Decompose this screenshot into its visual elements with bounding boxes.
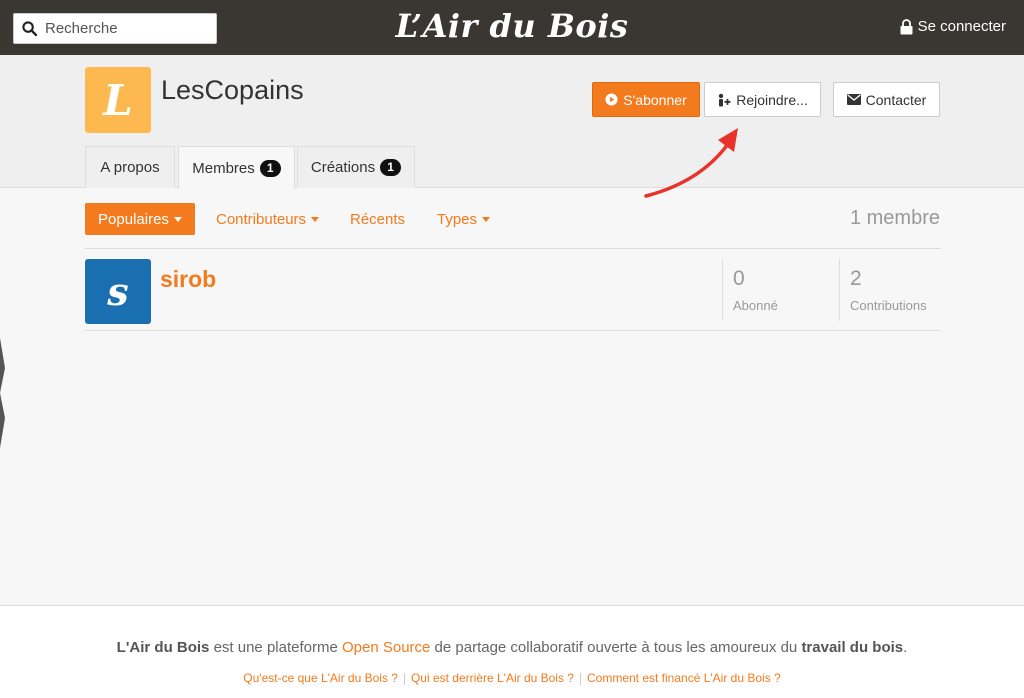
- play-circle-icon: [605, 93, 618, 106]
- member-name[interactable]: sirob: [160, 266, 216, 293]
- tab-creations[interactable]: Créations 1: [297, 146, 415, 188]
- followers-count: 0: [733, 267, 745, 290]
- tab-members[interactable]: Membres 1: [178, 146, 295, 189]
- member-avatar[interactable]: s: [85, 259, 151, 324]
- tab-about-label: A propos: [100, 159, 160, 176]
- list-divider-top: [85, 248, 941, 249]
- filter-contributors-label: Contributeurs: [216, 210, 307, 228]
- group-title: LesCopains: [161, 75, 304, 105]
- subscribe-button[interactable]: S'abonner: [592, 82, 700, 117]
- envelope-icon: [846, 94, 861, 105]
- filter-recent[interactable]: Récents: [350, 203, 405, 235]
- lock-icon: [900, 18, 913, 34]
- tab-creations-label: Créations: [310, 159, 376, 176]
- footer-link-separator: [403, 672, 405, 685]
- login-link[interactable]: Se connecter: [900, 18, 1006, 35]
- subscribe-label: S'abonner: [623, 91, 687, 108]
- footer-links: Qu'est-ce que L'Air du Bois ? Qui est der…: [0, 671, 1024, 685]
- open-source-link[interactable]: Open Source: [342, 639, 430, 656]
- footer-woodwork: travail du bois: [801, 639, 904, 656]
- contact-label: Contacter: [865, 91, 927, 108]
- tab-members-label: Membres: [192, 159, 255, 177]
- filter-types[interactable]: Types: [437, 203, 491, 235]
- footer-text-1: est une plateforme: [209, 639, 342, 656]
- contributions-label: Contributions: [850, 298, 927, 313]
- search-icon: [22, 21, 37, 36]
- caret-down-icon: [482, 216, 491, 222]
- member-count: 1 membre: [849, 207, 940, 229]
- site-logo-text[interactable]: L’Air du Bois: [396, 7, 629, 45]
- list-divider-bottom: [85, 330, 941, 331]
- contributions-count: 2: [850, 267, 862, 290]
- search-input[interactable]: [45, 20, 205, 37]
- contact-button[interactable]: Contacter: [833, 82, 940, 117]
- footer-text-3: .: [903, 639, 908, 656]
- footer-text-2: de partage collaboratif ouverte à tous l…: [430, 639, 802, 656]
- tab-creations-badge: 1: [380, 159, 402, 176]
- footer-link-about[interactable]: Qu'est-ce que L'Air du Bois ?: [243, 671, 398, 685]
- member-avatar-letter: s: [107, 269, 129, 314]
- followers-label: Abonné: [733, 298, 778, 313]
- filter-contributors[interactable]: Contributeurs: [216, 203, 320, 235]
- join-label: Rejoindre...: [736, 91, 808, 108]
- filter-recent-label: Récents: [350, 210, 406, 228]
- stat-separator: [722, 259, 723, 321]
- top-navbar: L’Air du Bois Se connecter: [0, 0, 1024, 55]
- footer-tagline: L'Air du Bois est une plateforme Open So…: [0, 639, 1024, 656]
- user-plus-icon: [719, 93, 731, 106]
- group-avatar-letter: L: [103, 75, 133, 125]
- search-box[interactable]: [13, 13, 217, 44]
- join-button[interactable]: Rejoindre...: [704, 82, 821, 117]
- footer-link-funding[interactable]: Comment est financé L'Air du Bois ?: [587, 671, 781, 685]
- filter-popular-label: Populaires: [98, 210, 169, 228]
- filter-types-label: Types: [437, 210, 478, 228]
- caret-down-icon: [173, 216, 182, 222]
- caret-down-icon: [311, 216, 320, 222]
- filter-popular[interactable]: Populaires: [85, 203, 195, 235]
- member-filters: Populaires Contributeurs Récents Types 1…: [85, 203, 940, 235]
- edge-zigzag-icon: [0, 338, 5, 448]
- footer-brand: L'Air du Bois: [116, 639, 210, 656]
- tab-members-badge: 1: [259, 159, 281, 177]
- footer-link-team[interactable]: Qui est derrière L'Air du Bois ?: [411, 671, 574, 685]
- footer-link-separator: [579, 672, 581, 685]
- tab-about[interactable]: A propos: [85, 146, 175, 188]
- login-label: Se connecter: [917, 18, 1006, 35]
- group-header: L LesCopains S'abonner Rejoindre... Cont…: [0, 55, 1024, 189]
- group-avatar: L: [85, 67, 151, 133]
- footer: L'Air du Bois est une plateforme Open So…: [0, 605, 1024, 698]
- stat-separator: [839, 259, 840, 321]
